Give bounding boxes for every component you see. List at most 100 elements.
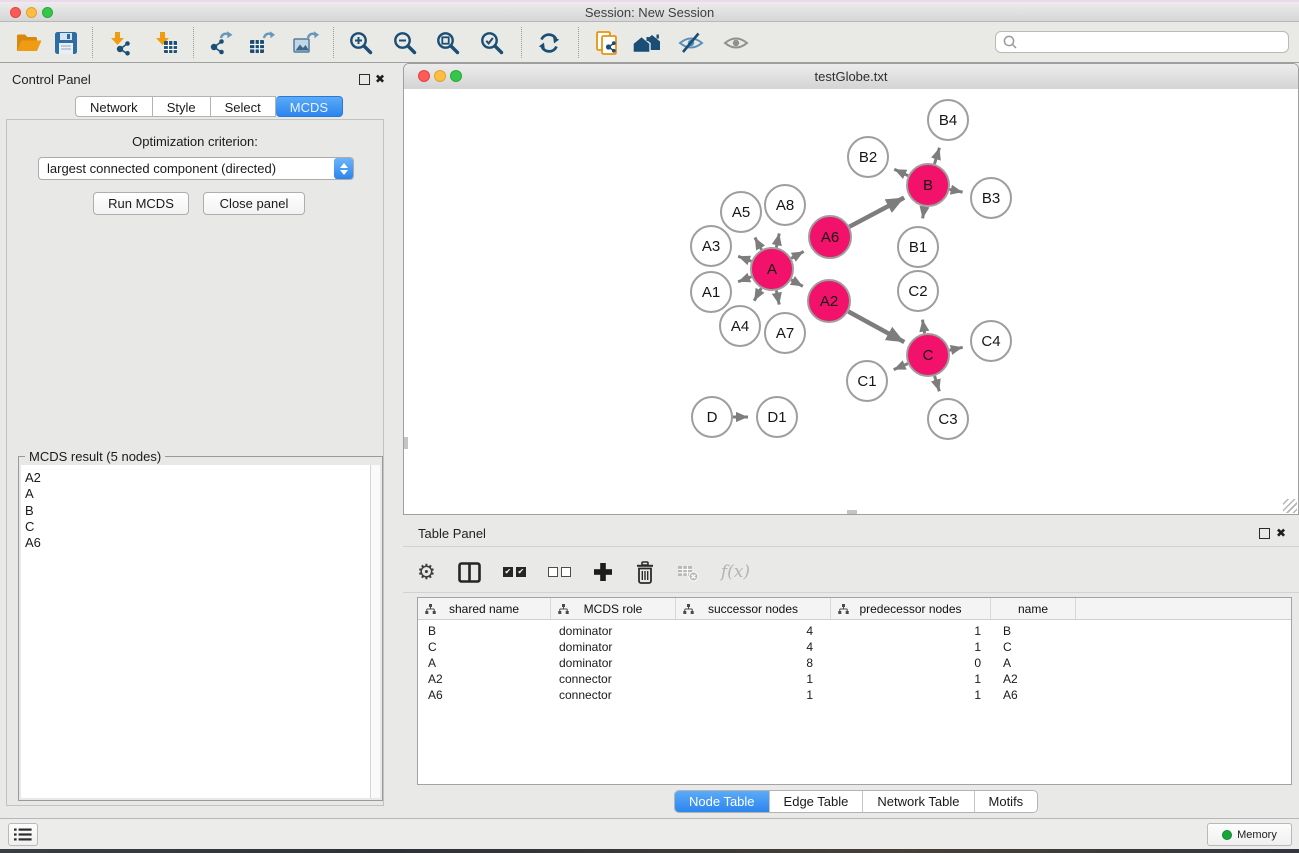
save-session-button[interactable] — [52, 29, 80, 56]
column-header-successor-nodes[interactable]: successor nodes — [676, 598, 831, 619]
network-canvas[interactable]: AA1A2A3A4A5A6A7A8BB1B2B3B4CC1C2C3C4DD1 — [404, 89, 1298, 514]
cell-MCDS-role[interactable]: dominator — [551, 656, 676, 670]
cell-successor-nodes[interactable]: 8 — [676, 656, 831, 670]
close-panel-button[interactable]: Close panel — [203, 192, 305, 215]
optimization-criterion-select[interactable]: largest connected component (directed) — [38, 157, 354, 180]
export-table-button[interactable] — [247, 29, 275, 56]
result-item[interactable]: A2 — [21, 470, 370, 486]
zoom-in-button[interactable] — [347, 29, 375, 56]
tab-network-table[interactable]: Network Table — [862, 791, 973, 812]
tab-motifs[interactable]: Motifs — [974, 791, 1038, 812]
cell-name[interactable]: A — [991, 656, 1076, 670]
refresh-button[interactable] — [535, 29, 563, 56]
create-column-plus-icon[interactable] — [593, 562, 613, 582]
tab-edge-table[interactable]: Edge Table — [769, 791, 863, 812]
zoom-selected-button[interactable] — [478, 29, 506, 56]
tab-mcds[interactable]: MCDS — [276, 96, 343, 117]
open-session-button[interactable] — [15, 29, 43, 56]
cell-MCDS-role[interactable]: connector — [551, 688, 676, 702]
node-table[interactable]: shared nameMCDS rolesuccessor nodesprede… — [417, 597, 1292, 785]
table-row[interactable]: Bdominator41B — [418, 623, 1291, 639]
show-task-history-button[interactable] — [8, 823, 38, 846]
duplicate-network-button[interactable] — [593, 29, 621, 56]
delete-column-trash-icon[interactable] — [635, 561, 655, 584]
table-row[interactable]: A6connector11A6 — [418, 687, 1291, 703]
float-panel-icon[interactable] — [359, 74, 370, 85]
float-panel-icon[interactable] — [1259, 528, 1270, 539]
export-image-button[interactable] — [291, 29, 319, 56]
mcds-result-list[interactable]: A2ABCA6 — [21, 465, 371, 798]
cell-predecessor-nodes[interactable]: 1 — [831, 672, 991, 686]
cell-name[interactable]: A2 — [991, 672, 1076, 686]
network-graph[interactable]: AA1A2A3A4A5A6A7A8BB1B2B3B4CC1C2C3C4DD1 — [404, 89, 1298, 514]
cell-MCDS-role[interactable]: connector — [551, 672, 676, 686]
edge-A-A4[interactable] — [754, 288, 761, 301]
edge-B-B2[interactable] — [894, 169, 908, 175]
cell-MCDS-role[interactable]: dominator — [551, 640, 676, 654]
cell-shared-name[interactable]: B — [418, 624, 551, 638]
deselect-all-columns-icon[interactable] — [548, 567, 571, 577]
run-mcds-button[interactable]: Run MCDS — [93, 192, 189, 215]
vertical-scroll-nub[interactable] — [404, 437, 408, 449]
tab-node-table[interactable]: Node Table — [675, 791, 769, 812]
edge-A-A8[interactable] — [776, 233, 779, 247]
home-button[interactable] — [632, 29, 660, 56]
edge-A-A2[interactable] — [791, 280, 803, 287]
show-network-button[interactable] — [722, 29, 750, 56]
edge-C-C2[interactable] — [922, 320, 924, 334]
cell-shared-name[interactable]: C — [418, 640, 551, 654]
cell-shared-name[interactable]: A6 — [418, 688, 551, 702]
column-header-MCDS-role[interactable]: MCDS role — [551, 598, 676, 619]
edge-A6-B[interactable] — [849, 198, 904, 227]
close-panel-icon[interactable]: ✖ — [375, 73, 385, 85]
edge-A-A3[interactable] — [738, 256, 751, 261]
result-item[interactable]: B — [21, 503, 370, 519]
zoom-out-button[interactable] — [391, 29, 419, 56]
table-settings-gear-icon[interactable]: ⚙ — [417, 560, 436, 585]
memory-button[interactable]: Memory — [1207, 823, 1292, 846]
cell-MCDS-role[interactable]: dominator — [551, 624, 676, 638]
import-network-button[interactable] — [106, 29, 134, 56]
export-network-button[interactable] — [205, 29, 233, 56]
search-input[interactable] — [995, 31, 1289, 53]
cell-name[interactable]: C — [991, 640, 1076, 654]
table-row[interactable]: A2connector11A2 — [418, 671, 1291, 687]
edge-B-B4[interactable] — [934, 148, 939, 164]
edge-C-C4[interactable] — [949, 347, 962, 350]
cell-successor-nodes[interactable]: 1 — [676, 672, 831, 686]
cell-predecessor-nodes[interactable]: 1 — [831, 688, 991, 702]
tab-select[interactable]: Select — [211, 96, 276, 117]
cell-name[interactable]: B — [991, 624, 1076, 638]
select-all-columns-icon[interactable]: ✔✔ — [503, 567, 526, 577]
edge-A-A1[interactable] — [738, 277, 751, 282]
edge-B-B1[interactable] — [923, 207, 925, 219]
edge-A-A7[interactable] — [776, 291, 779, 305]
tab-style[interactable]: Style — [153, 96, 211, 117]
edge-A-A5[interactable] — [755, 237, 762, 249]
hide-network-button[interactable] — [677, 29, 705, 56]
table-row[interactable]: Adominator80A — [418, 655, 1291, 671]
result-list-scrollbar[interactable] — [370, 465, 380, 798]
cell-predecessor-nodes[interactable]: 1 — [831, 624, 991, 638]
edge-B-B3[interactable] — [950, 189, 963, 192]
cell-shared-name[interactable]: A2 — [418, 672, 551, 686]
network-window-titlebar[interactable]: testGlobe.txt — [404, 64, 1298, 90]
zoom-fit-button[interactable] — [434, 29, 462, 56]
horizontal-scroll-nub[interactable] — [847, 510, 857, 514]
close-panel-icon[interactable]: ✖ — [1276, 527, 1286, 539]
cell-shared-name[interactable]: A — [418, 656, 551, 670]
edge-A2-C[interactable] — [848, 312, 904, 343]
cell-successor-nodes[interactable]: 1 — [676, 688, 831, 702]
table-row[interactable]: Cdominator41C — [418, 639, 1291, 655]
cell-predecessor-nodes[interactable]: 1 — [831, 640, 991, 654]
cell-successor-nodes[interactable]: 4 — [676, 640, 831, 654]
column-header-predecessor-nodes[interactable]: predecessor nodes — [831, 598, 991, 619]
column-header-shared-name[interactable]: shared name — [418, 598, 551, 619]
tab-network[interactable]: Network — [75, 96, 153, 117]
show-column-panel-icon[interactable] — [458, 562, 481, 583]
window-resize-handle[interactable] — [1283, 499, 1297, 513]
cell-successor-nodes[interactable]: 4 — [676, 624, 831, 638]
cell-name[interactable]: A6 — [991, 688, 1076, 702]
edge-A-A6[interactable] — [791, 251, 803, 258]
result-item[interactable]: C — [21, 519, 370, 535]
